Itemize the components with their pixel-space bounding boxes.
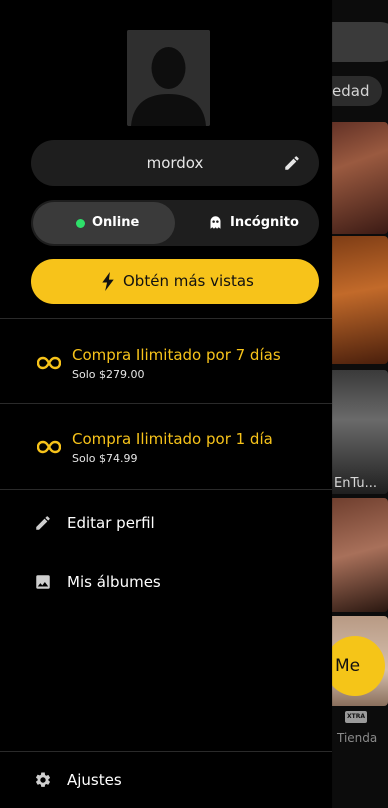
infinity-icon [37, 440, 61, 454]
divider [0, 751, 332, 752]
gear-icon [35, 772, 51, 787]
offer-unlimited-1-day[interactable]: Compra Ilimitado por 1 día Solo $74.99 [0, 430, 332, 490]
boost-views-button[interactable]: Obtén más vistas [31, 259, 319, 304]
status-incognito-option[interactable]: Incógnito [177, 202, 317, 244]
menu-item-settings[interactable]: Ajustes [0, 761, 332, 801]
divider [0, 403, 332, 404]
background-me-button[interactable]: Me [325, 636, 385, 696]
offer-title: Compra Ilimitado por 1 día [72, 430, 273, 448]
status-online-label: Online [92, 215, 140, 230]
status-online-option[interactable]: Online [33, 202, 175, 244]
tienda-tab-label[interactable]: Tienda [337, 731, 377, 745]
online-dot-icon [76, 219, 85, 228]
offer-unlimited-7-days[interactable]: Compra Ilimitado por 7 días Solo $279.00 [0, 346, 332, 406]
menu-item-label: Mis álbumes [67, 573, 161, 591]
pencil-icon [36, 516, 50, 530]
offer-price: Solo $279.00 [72, 368, 145, 381]
image-icon [36, 575, 50, 589]
menu-item-edit-profile[interactable]: Editar perfil [0, 504, 332, 544]
divider [0, 318, 332, 319]
boost-views-label: Obtén más vistas [123, 272, 254, 290]
menu-item-label: Ajustes [67, 771, 122, 789]
lightning-icon [102, 272, 114, 291]
xtra-badge: XTRA [345, 711, 367, 723]
username-text: mordox [146, 154, 204, 172]
offer-title: Compra Ilimitado por 7 días [72, 346, 281, 364]
menu-item-my-albums[interactable]: Mis álbumes [0, 563, 332, 603]
default-avatar-icon [127, 30, 210, 126]
infinity-icon [37, 356, 61, 370]
background-tile-caption: EnTu... [334, 476, 378, 491]
offer-price: Solo $74.99 [72, 452, 138, 465]
ghost-icon [210, 216, 221, 229]
navigation-drawer: mordox Online Incógnito Obtén más vistas [0, 0, 332, 808]
menu-item-label: Editar perfil [67, 514, 155, 532]
avatar[interactable] [127, 30, 210, 126]
status-toggle: Online Incógnito [31, 200, 319, 246]
divider [0, 489, 332, 490]
status-incognito-label: Incógnito [230, 215, 299, 230]
pencil-icon[interactable] [283, 154, 301, 172]
username-field[interactable]: mordox [31, 140, 319, 186]
